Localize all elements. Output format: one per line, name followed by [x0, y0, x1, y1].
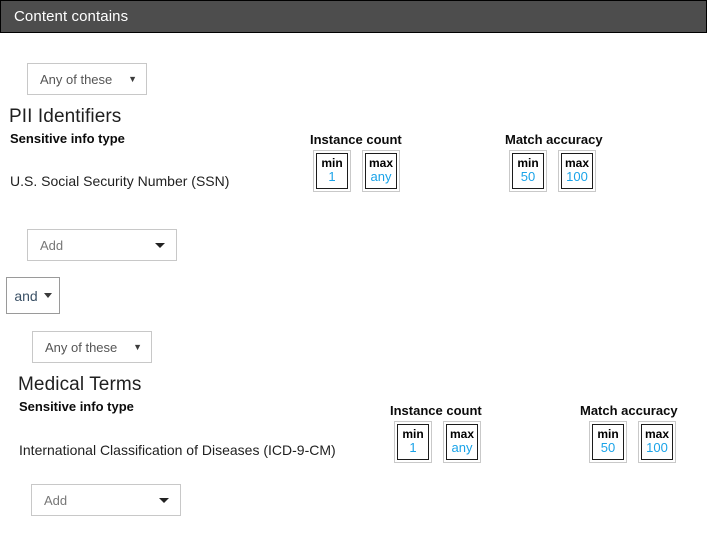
group-1-header-instance-count: Instance count: [390, 403, 482, 418]
group-1-row-0-instance-count-max-value: any: [452, 441, 473, 455]
group-1-header-match-accuracy: Match accuracy: [580, 403, 678, 418]
group-0-row-0-label: U.S. Social Security Number (SSN): [10, 173, 229, 189]
group-1-row-0-match-accuracy-min-value: 50: [601, 441, 615, 455]
group-0-row-0-instance-count-min-value: 1: [328, 170, 335, 184]
group-0-add-button[interactable]: Add: [27, 229, 177, 261]
group-1-title: Medical Terms: [18, 374, 141, 396]
group-1-row-0-label: International Classification of Diseases…: [19, 442, 336, 458]
group-0-row-0-instance-count-max-value: any: [371, 170, 392, 184]
group-1-match-selector-label: Any of these: [45, 340, 117, 355]
group-0-row-0-match-accuracy-min-value: 50: [521, 170, 535, 184]
group-0-match-selector[interactable]: Any of these ▼: [27, 63, 147, 95]
group-0-row-0-match-accuracy-min[interactable]: min 50: [509, 150, 547, 192]
group-1-add-button-label: Add: [44, 493, 67, 508]
group-0-header-match-accuracy: Match accuracy: [505, 132, 603, 147]
group-1-match-selector[interactable]: Any of these ▼: [32, 331, 152, 363]
group-0-header-sensitive-info-type: Sensitive info type: [10, 131, 125, 146]
caret-down-icon: [44, 293, 52, 298]
window-title: Content contains: [1, 8, 128, 25]
group-0-match-selector-label: Any of these: [40, 72, 112, 87]
group-0-header-instance-count: Instance count: [310, 132, 402, 147]
group-0-row-0-match-accuracy-max-value: 100: [566, 170, 588, 184]
group-1-row-0-instance-count-min-value: 1: [409, 441, 416, 455]
group-1-row-0-match-accuracy-min[interactable]: min 50: [589, 421, 627, 463]
group-1-add-button[interactable]: Add: [31, 484, 181, 516]
group-0-add-button-label: Add: [40, 238, 63, 253]
group-1-row-0-instance-count-min[interactable]: min 1: [394, 421, 432, 463]
window-titlebar: Content contains: [0, 0, 707, 33]
group-1-row-0-instance-count-max[interactable]: max any: [443, 421, 481, 463]
group-0-row-0-instance-count-max[interactable]: max any: [362, 150, 400, 192]
caret-down-icon: [159, 498, 169, 503]
group-0-title: PII Identifiers: [9, 106, 121, 128]
group-1-row-0-match-accuracy-max[interactable]: max 100: [638, 421, 676, 463]
group-operator-label: and: [14, 288, 37, 304]
group-0-row-0-instance-count-min[interactable]: min 1: [313, 150, 351, 192]
group-0-row-0-match-accuracy-max[interactable]: max 100: [558, 150, 596, 192]
group-1-header-sensitive-info-type: Sensitive info type: [19, 399, 134, 414]
chevron-down-icon: ▼: [128, 75, 137, 84]
group-1-row-0-match-accuracy-max-value: 100: [646, 441, 668, 455]
chevron-down-icon: ▼: [133, 343, 142, 352]
caret-down-icon: [155, 243, 165, 248]
group-operator-and[interactable]: and: [6, 277, 60, 314]
